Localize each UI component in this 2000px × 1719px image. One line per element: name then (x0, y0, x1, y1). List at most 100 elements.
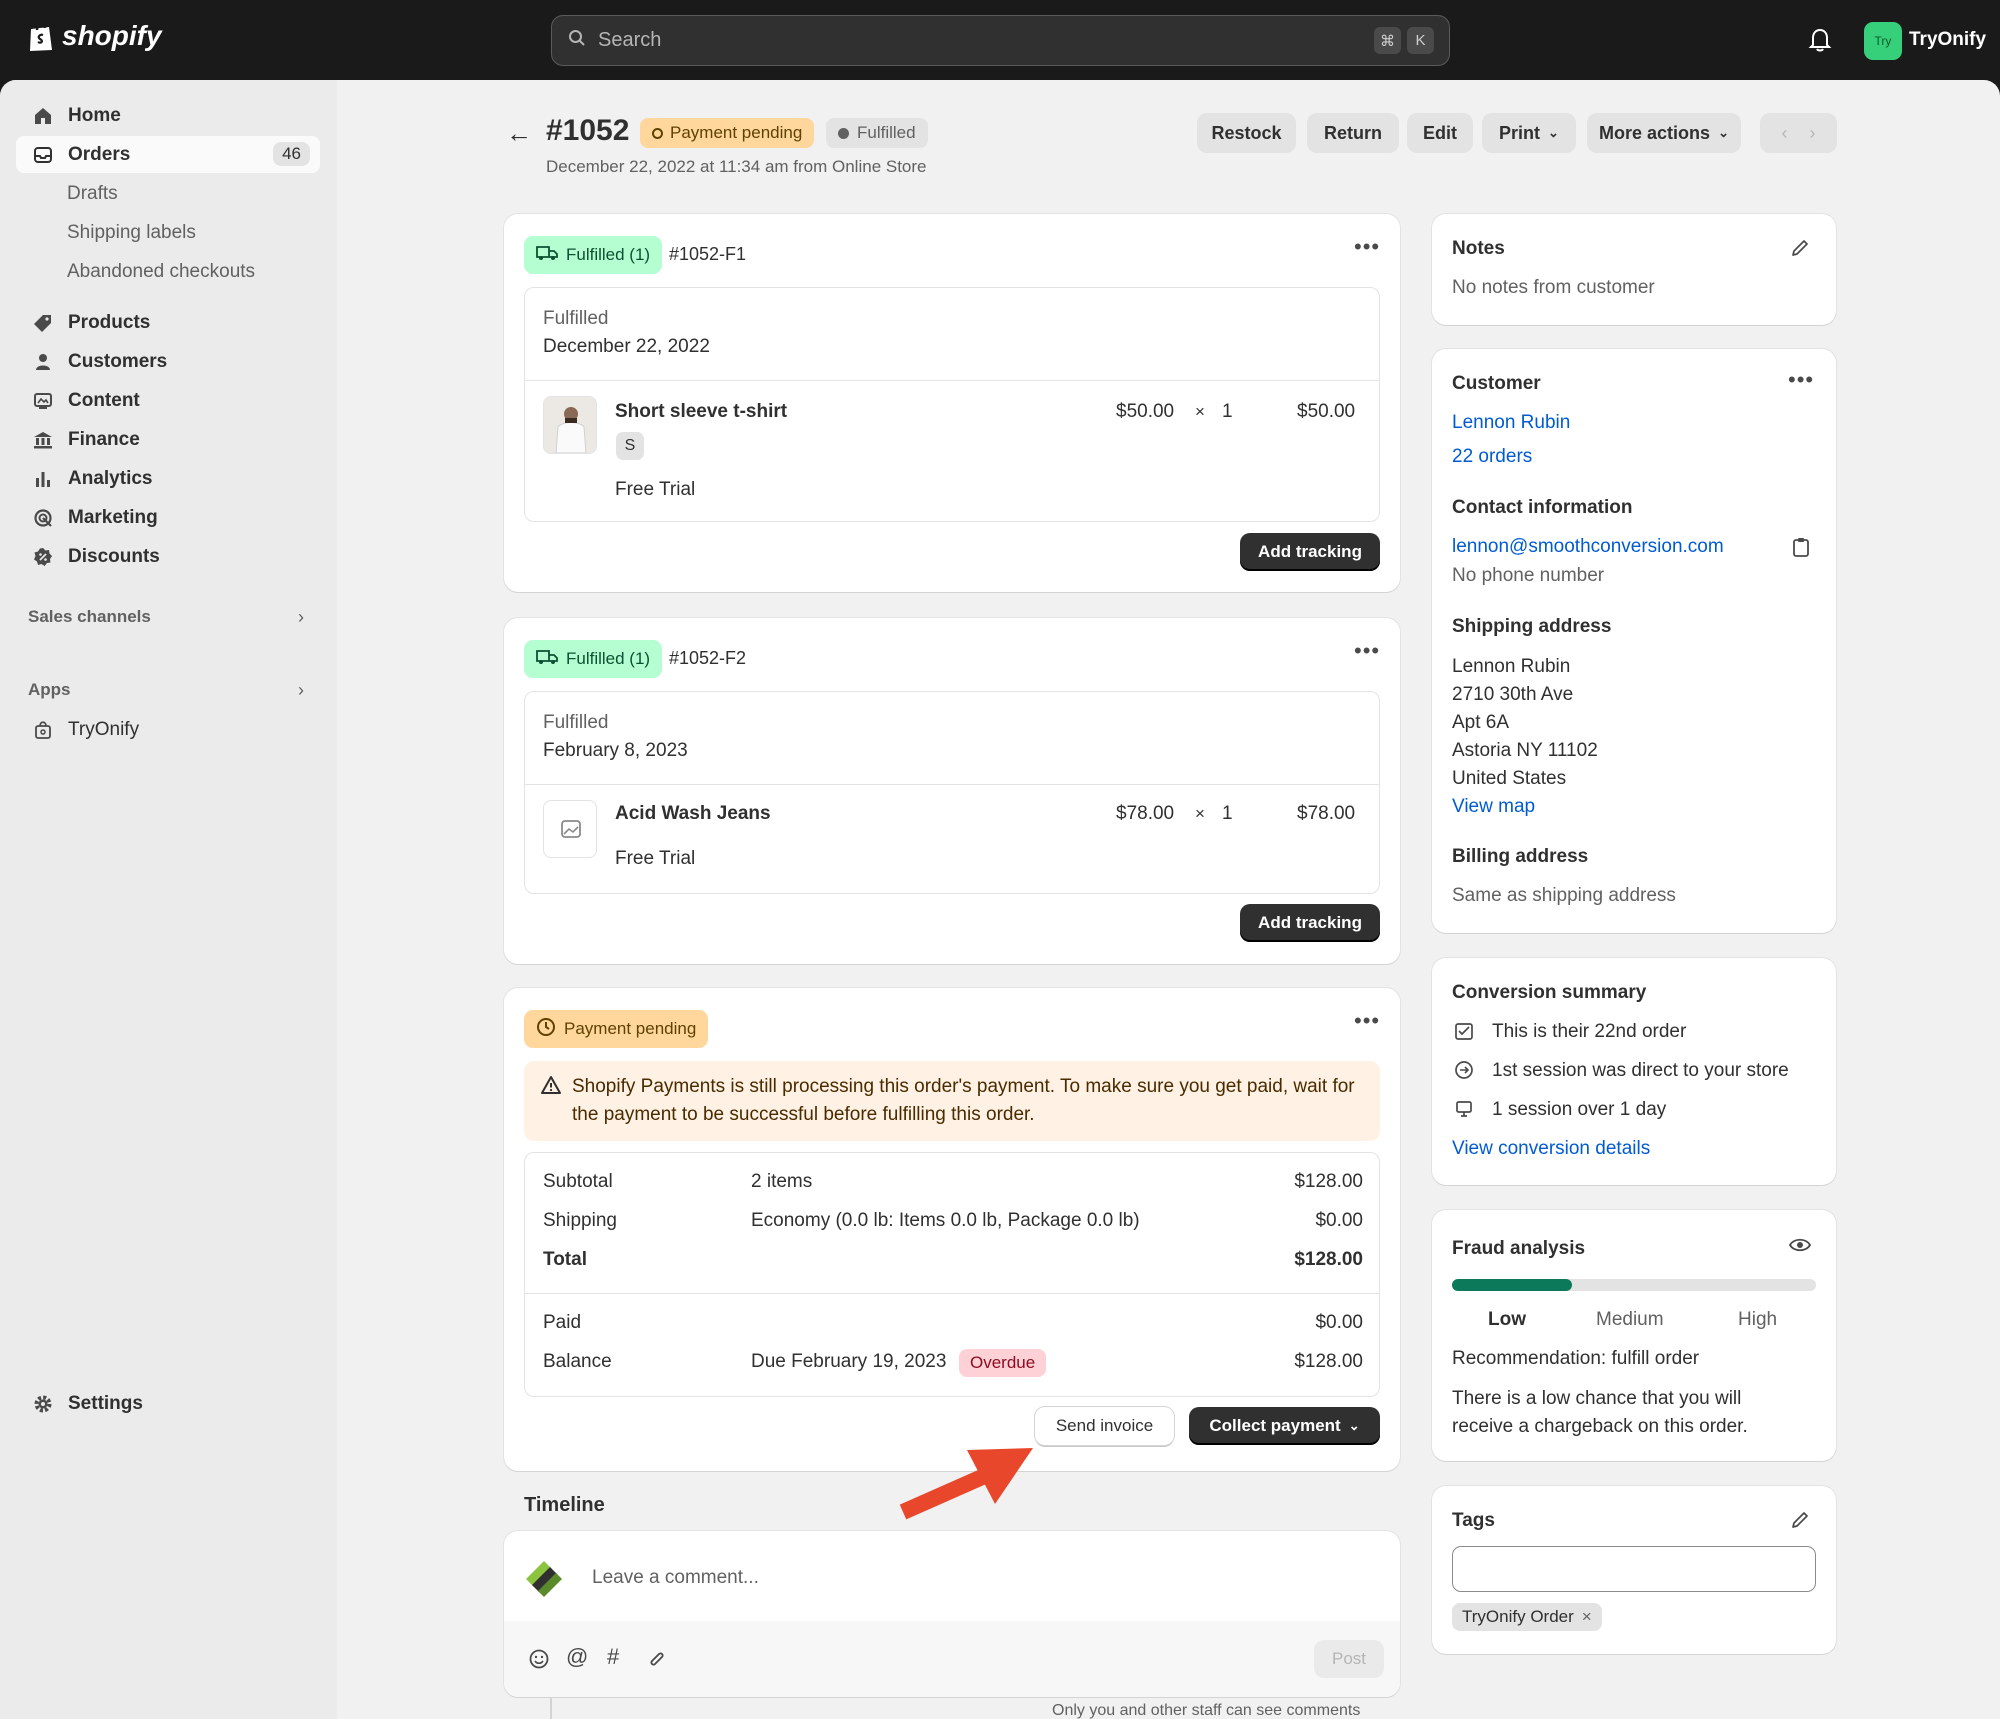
add-tracking-button[interactable]: Add tracking (1240, 533, 1380, 571)
hashtag-icon[interactable]: # (607, 1644, 619, 1670)
selling-plan: Free Trial (615, 848, 696, 869)
pencil-icon[interactable] (1790, 1510, 1810, 1536)
send-invoice-button[interactable]: Send invoice (1035, 1407, 1174, 1445)
clipboard-icon[interactable] (1792, 536, 1810, 564)
sidebar-item-analytics[interactable]: Analytics (16, 460, 320, 497)
sidebar-item-label: Content (68, 389, 140, 411)
customer-name-link[interactable]: Lennon Rubin (1452, 412, 1570, 434)
divider (525, 380, 1379, 381)
search-input[interactable]: Search ⌘ K (551, 15, 1450, 66)
fulfilled-badge: Fulfilled (1) (524, 236, 663, 274)
bell-icon[interactable] (1808, 27, 1832, 59)
mention-icon[interactable]: @ (566, 1644, 588, 1670)
store-avatar[interactable]: Try (1864, 22, 1902, 60)
remove-tag-icon[interactable]: × (1582, 1607, 1592, 1627)
tshirt-photo-icon (544, 397, 596, 453)
more-options-icon[interactable]: ••• (1354, 1008, 1380, 1034)
sales-channels-heading[interactable]: Sales channels (28, 607, 151, 627)
staff-logo-icon (526, 1561, 562, 1597)
order-subtitle: December 22, 2022 at 11:34 am from Onlin… (546, 157, 927, 176)
sidebar-item-customers[interactable]: Customers (16, 343, 320, 380)
product-thumbnail[interactable] (543, 396, 597, 454)
comment-input[interactable]: Leave a comment... (592, 1567, 759, 1589)
address-line: United States (1452, 768, 1567, 789)
tags-title: Tags (1452, 1510, 1495, 1531)
sidebar-item-label: Finance (68, 428, 140, 450)
sidebar-item-content[interactable]: Content (16, 382, 320, 419)
chevron-down-icon: ⌄ (1348, 1418, 1360, 1433)
edit-button[interactable]: Edit (1407, 113, 1473, 153)
order-pagination[interactable]: ‹ › (1760, 113, 1837, 153)
home-icon (32, 105, 54, 127)
line-item-name[interactable]: Short sleeve t-shirt (615, 401, 787, 423)
chevron-right-icon[interactable]: › (298, 680, 304, 701)
more-options-icon[interactable]: ••• (1354, 234, 1380, 260)
print-button[interactable]: Print ⌄ (1482, 113, 1576, 153)
more-actions-button[interactable]: More actions ⌄ (1587, 113, 1741, 153)
sidebar-item-products[interactable]: Products (16, 304, 320, 341)
chevron-right-icon[interactable]: › (1810, 123, 1816, 144)
fraud-risk-fill (1452, 1279, 1573, 1291)
clock-icon (536, 1017, 556, 1042)
emoji-icon[interactable] (528, 1648, 550, 1676)
eye-icon[interactable] (1788, 1236, 1812, 1260)
fulfillment-card-1: Fulfilled (1) #1052-F1 ••• Fulfilled Dec… (504, 214, 1400, 592)
balance-value: $128.00 (1294, 1351, 1363, 1372)
timeline-line (550, 1697, 552, 1719)
times-sign: × (1195, 804, 1205, 823)
sidebar-item-home[interactable]: Home (16, 97, 320, 134)
apps-heading[interactable]: Apps (28, 680, 71, 700)
sidebar-item-abandoned-checkouts[interactable]: Abandoned checkouts (16, 253, 320, 290)
sidebar-item-discounts[interactable]: Discounts (16, 538, 320, 575)
sidebar-item-label: Home (68, 104, 121, 126)
paid-label: Paid (543, 1312, 582, 1333)
overdue-badge: Overdue (959, 1349, 1047, 1377)
line-item-name[interactable]: Acid Wash Jeans (615, 803, 771, 825)
sidebar-item-drafts[interactable]: Drafts (16, 175, 320, 212)
fulfillment-status-label: Fulfilled (543, 712, 609, 733)
conversion-row: 1st session was direct to your store (1492, 1060, 1789, 1081)
store-name[interactable]: TryOnify (1909, 29, 1986, 51)
view-map-link[interactable]: View map (1452, 796, 1535, 818)
sidebar-item-tryonify[interactable]: TryOnify (16, 711, 320, 748)
shopify-logo[interactable]: shopify (28, 20, 162, 52)
chevron-right-icon[interactable]: › (298, 607, 304, 628)
chevron-left-icon[interactable]: ‹ (1782, 123, 1788, 144)
conversion-row: This is their 22nd order (1492, 1021, 1687, 1042)
sidebar-item-orders[interactable]: Orders 46 (16, 136, 320, 173)
sidebar-item-label: Drafts (67, 182, 118, 204)
customer-email-link[interactable]: lennon@smoothconversion.com (1452, 536, 1724, 558)
fraud-description: receive a chargeback on this order. (1452, 1416, 1748, 1437)
fraud-risk-bar (1452, 1279, 1816, 1291)
fulfillment-id: #1052-F1 (669, 244, 747, 264)
collect-payment-button[interactable]: Collect payment ⌄ (1189, 1407, 1380, 1445)
tags-input[interactable] (1452, 1546, 1816, 1592)
view-conversion-details-link[interactable]: View conversion details (1452, 1138, 1650, 1160)
payment-summary: Subtotal 2 items $128.00 Shipping Econom… (524, 1152, 1380, 1397)
sidebar-item-finance[interactable]: Finance (16, 421, 320, 458)
more-options-icon[interactable]: ••• (1354, 638, 1380, 664)
post-button[interactable]: Post (1314, 1640, 1384, 1678)
fraud-description: There is a low chance that you will (1452, 1388, 1742, 1409)
shopify-bag-icon (30, 22, 52, 51)
shipping-value: $0.00 (1315, 1210, 1363, 1231)
add-tracking-button[interactable]: Add tracking (1240, 904, 1380, 942)
attachment-icon[interactable] (646, 1648, 668, 1676)
brand-name: shopify (62, 20, 162, 51)
more-options-icon[interactable]: ••• (1788, 367, 1814, 393)
fulfilled-badge: Fulfilled (1) (524, 640, 663, 678)
return-button[interactable]: Return (1307, 113, 1399, 153)
back-arrow-icon[interactable]: ← (506, 118, 532, 149)
sidebar-item-label: TryOnify (68, 718, 140, 740)
product-thumbnail[interactable] (543, 800, 597, 858)
payment-warning-banner: Shopify Payments is still processing thi… (524, 1061, 1380, 1141)
sidebar-item-marketing[interactable]: Marketing (16, 499, 320, 536)
sidebar-item-settings[interactable]: Settings (16, 1385, 320, 1422)
pencil-icon[interactable] (1790, 238, 1810, 264)
restock-button[interactable]: Restock (1197, 113, 1296, 153)
comment-toolbar (504, 1621, 1400, 1697)
sidebar-item-shipping-labels[interactable]: Shipping labels (16, 214, 320, 251)
divider (525, 784, 1379, 785)
comment-box: Leave a comment... @ # Post (504, 1531, 1400, 1697)
customer-orders-link[interactable]: 22 orders (1452, 446, 1532, 468)
